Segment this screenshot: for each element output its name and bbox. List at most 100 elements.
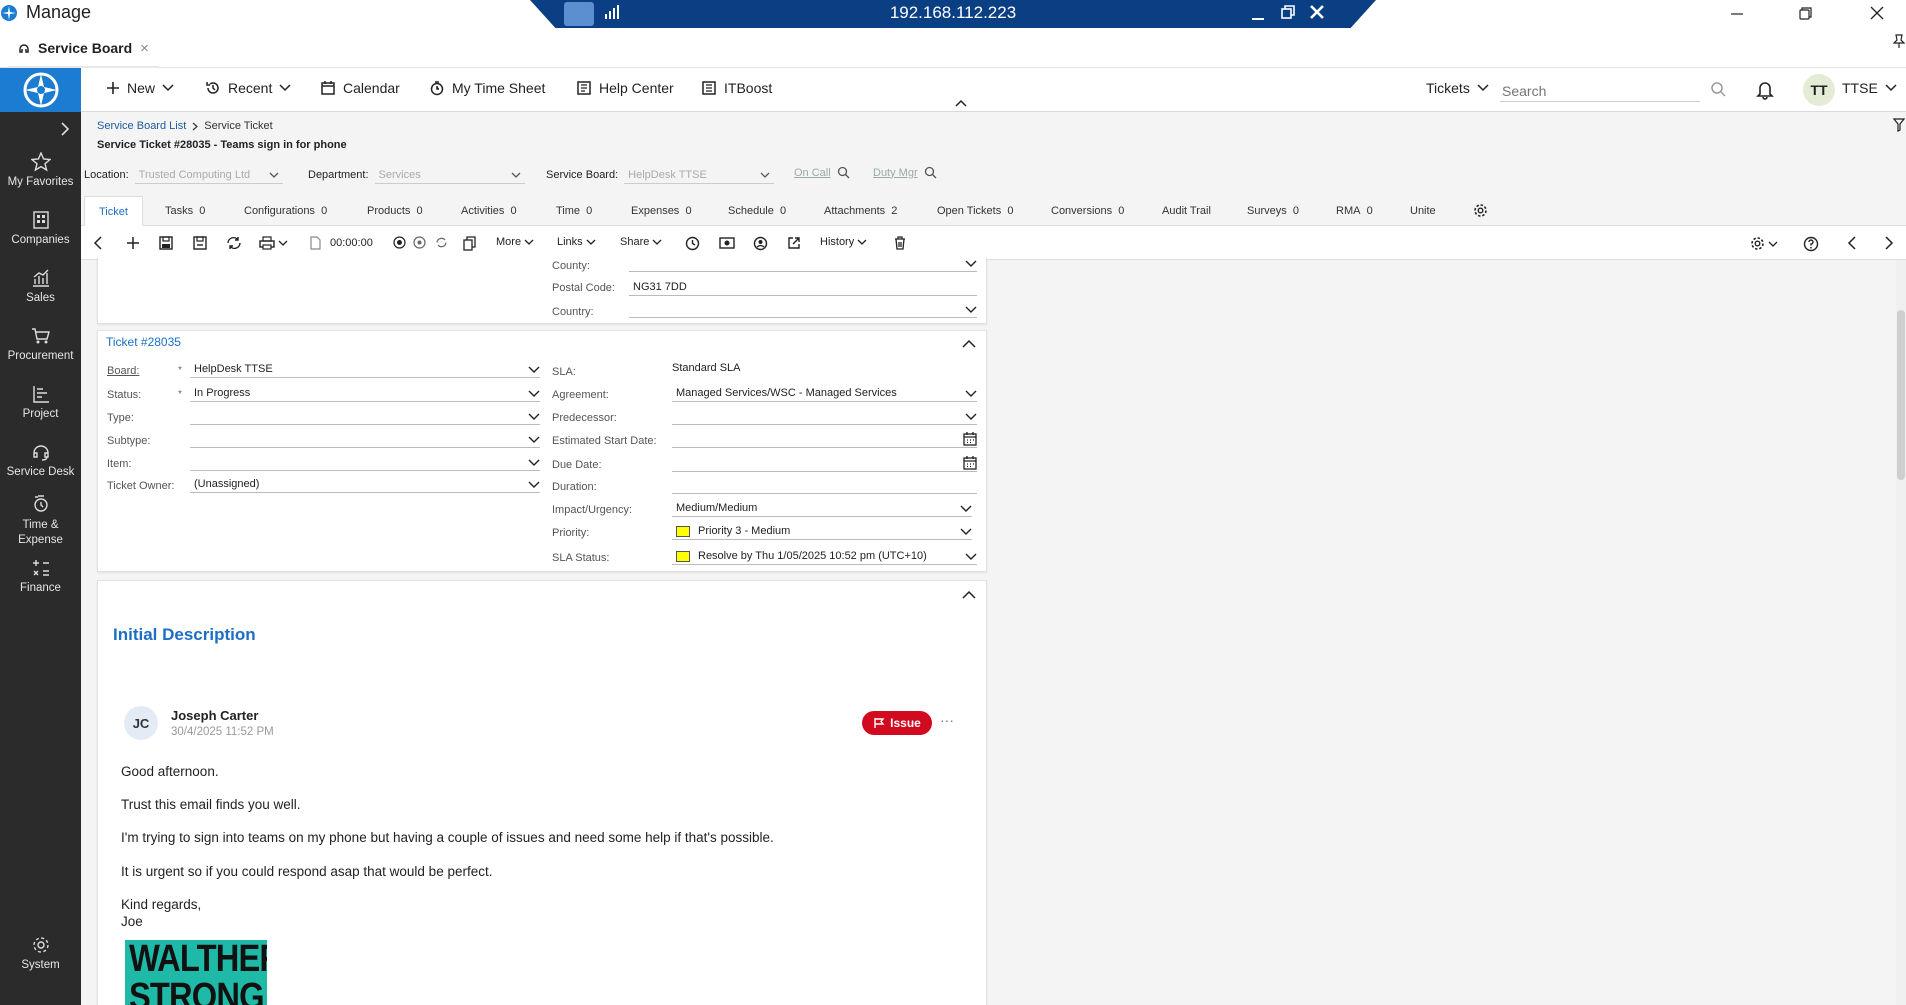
tab-activities[interactable]: Activities 0 (461, 196, 517, 226)
more-menu[interactable]: More (496, 236, 534, 248)
open-external-icon[interactable] (787, 236, 801, 250)
save-icon[interactable] (159, 236, 173, 250)
clock-icon[interactable] (685, 236, 700, 251)
help-icon[interactable] (1803, 236, 1819, 252)
minimize-icon[interactable] (1712, 0, 1762, 26)
tab-tasks[interactable]: Tasks 0 (165, 196, 205, 226)
next-ticket-icon[interactable] (1884, 236, 1894, 250)
timer-reset-icon[interactable] (435, 236, 448, 249)
tab-unite[interactable]: Unite (1410, 196, 1436, 226)
history-menu[interactable]: History (820, 236, 867, 248)
search-input[interactable] (1500, 80, 1700, 102)
itboost-button[interactable]: ITBoost (701, 80, 772, 96)
delete-icon[interactable] (894, 236, 906, 250)
issue-badge[interactable]: Issue (862, 711, 932, 735)
tab-service-board[interactable]: Service Board × (8, 30, 159, 68)
copy-icon[interactable] (463, 236, 476, 251)
ticket-owner-select[interactable]: (Unassigned) (190, 476, 540, 493)
duration-input[interactable] (672, 477, 977, 494)
close-icon[interactable] (1852, 0, 1902, 26)
predecessor-select[interactable] (672, 408, 977, 425)
tab-time[interactable]: Time 0 (556, 196, 592, 226)
tab-audit-trail[interactable]: Audit Trail (1162, 196, 1211, 226)
item-select[interactable] (190, 454, 540, 471)
user-avatar[interactable]: TT (1803, 74, 1835, 106)
bell-icon[interactable] (1756, 80, 1774, 100)
page-scrollbar-thumb[interactable] (1897, 310, 1905, 480)
department-filter[interactable]: Department: Services (308, 166, 525, 184)
collapse-ticket-icon[interactable] (962, 339, 976, 348)
timer-start-icon[interactable] (393, 236, 406, 249)
tab-conversions[interactable]: Conversions 0 (1051, 196, 1124, 226)
location-filter[interactable]: Location: Trusted Computing Ltd (84, 166, 283, 184)
rdp-minimize-icon[interactable] (1250, 6, 1266, 22)
previous-ticket-icon[interactable] (1847, 236, 1857, 250)
nav-companies[interactable]: Companies (0, 210, 81, 246)
collapse-description-icon[interactable] (962, 590, 976, 599)
country-select[interactable] (629, 301, 977, 318)
service-board-filter[interactable]: Service Board: HelpDesk TTSE (546, 166, 775, 184)
board-select[interactable]: HelpDesk TTSE (190, 361, 540, 378)
county-select[interactable] (629, 255, 977, 272)
tab-attachments[interactable]: Attachments 2 (824, 196, 897, 226)
note-menu-icon[interactable]: ··· (940, 712, 954, 728)
links-menu[interactable]: Links (557, 236, 596, 248)
tab-configurations[interactable]: Configurations 0 (244, 196, 327, 226)
nav-my-favorites[interactable]: My Favorites (0, 152, 81, 188)
back-icon[interactable] (93, 236, 103, 250)
agreement-select[interactable]: Managed Services/WSC - Managed Services (672, 385, 977, 402)
type-select[interactable] (190, 408, 540, 425)
estimated-start-input[interactable] (672, 431, 977, 448)
due-date-input[interactable] (672, 455, 977, 472)
tab-settings-gear-icon[interactable] (1473, 203, 1488, 218)
recent-button[interactable]: Recent (205, 80, 291, 96)
location-select[interactable]: Trusted Computing Ltd (134, 166, 283, 184)
save-close-icon[interactable] (193, 236, 207, 250)
new-button[interactable]: New (106, 80, 174, 96)
collapse-header-icon[interactable] (955, 99, 967, 107)
tab-expenses[interactable]: Expenses 0 (631, 196, 692, 226)
duty-mgr-link[interactable]: Duty Mgr (873, 166, 937, 179)
tab-surveys[interactable]: Surveys 0 (1247, 196, 1299, 226)
layout-settings-button[interactable] (1750, 236, 1778, 251)
refresh-icon[interactable] (226, 236, 242, 250)
nav-procurement[interactable]: Procurement (0, 326, 81, 362)
share-menu[interactable]: Share (620, 236, 662, 248)
pin-tab-icon[interactable] (1893, 34, 1905, 48)
nav-time-expense[interactable]: Time & Expense (0, 494, 81, 548)
breadcrumb-parent[interactable]: Service Board List (97, 120, 186, 132)
sla-status-select[interactable]: Resolve by Thu 1/05/2025 10:52 pm (UTC+1… (672, 548, 977, 565)
search-icon[interactable] (1710, 81, 1726, 97)
service-board-select[interactable]: HelpDesk TTSE (624, 166, 775, 184)
on-call-link[interactable]: On Call (794, 166, 850, 179)
user-menu[interactable]: TTSE (1842, 80, 1897, 96)
status-select[interactable]: In Progress (190, 385, 540, 402)
calendar-button[interactable]: Calendar (320, 80, 400, 96)
nav-system[interactable]: System (0, 935, 81, 971)
nav-sales[interactable]: Sales (0, 268, 81, 304)
maximize-icon[interactable] (1780, 0, 1830, 26)
nav-service-desk[interactable]: Service Desk (0, 442, 81, 478)
tab-schedule[interactable]: Schedule 0 (728, 196, 786, 226)
expand-nav-icon[interactable] (60, 122, 70, 136)
board-label[interactable]: Board: (107, 365, 139, 377)
rdp-restore-icon[interactable] (1280, 4, 1296, 20)
tab-ticket[interactable]: Ticket (84, 196, 143, 226)
contact-icon[interactable] (753, 236, 768, 251)
screenshot-icon[interactable] (719, 236, 735, 250)
help-center-button[interactable]: Help Center (576, 80, 674, 96)
subtype-select[interactable] (190, 431, 540, 448)
department-select[interactable]: Services (374, 166, 525, 184)
tickets-search-scope[interactable]: Tickets (1426, 80, 1489, 96)
add-icon[interactable] (126, 236, 140, 250)
timer-stop-icon[interactable] (413, 236, 426, 249)
manage-logo[interactable] (0, 68, 81, 112)
print-button[interactable] (259, 236, 288, 250)
tab-open-tickets[interactable]: Open Tickets 0 (937, 196, 1013, 226)
postal-code-input[interactable]: NG31 7DD (629, 279, 977, 296)
tab-products[interactable]: Products 0 (367, 196, 423, 226)
nav-project[interactable]: Project (0, 384, 81, 420)
filter-icon[interactable] (1893, 118, 1905, 132)
nav-finance[interactable]: Finance (0, 558, 81, 594)
tab-rma[interactable]: RMA 0 (1336, 196, 1373, 226)
